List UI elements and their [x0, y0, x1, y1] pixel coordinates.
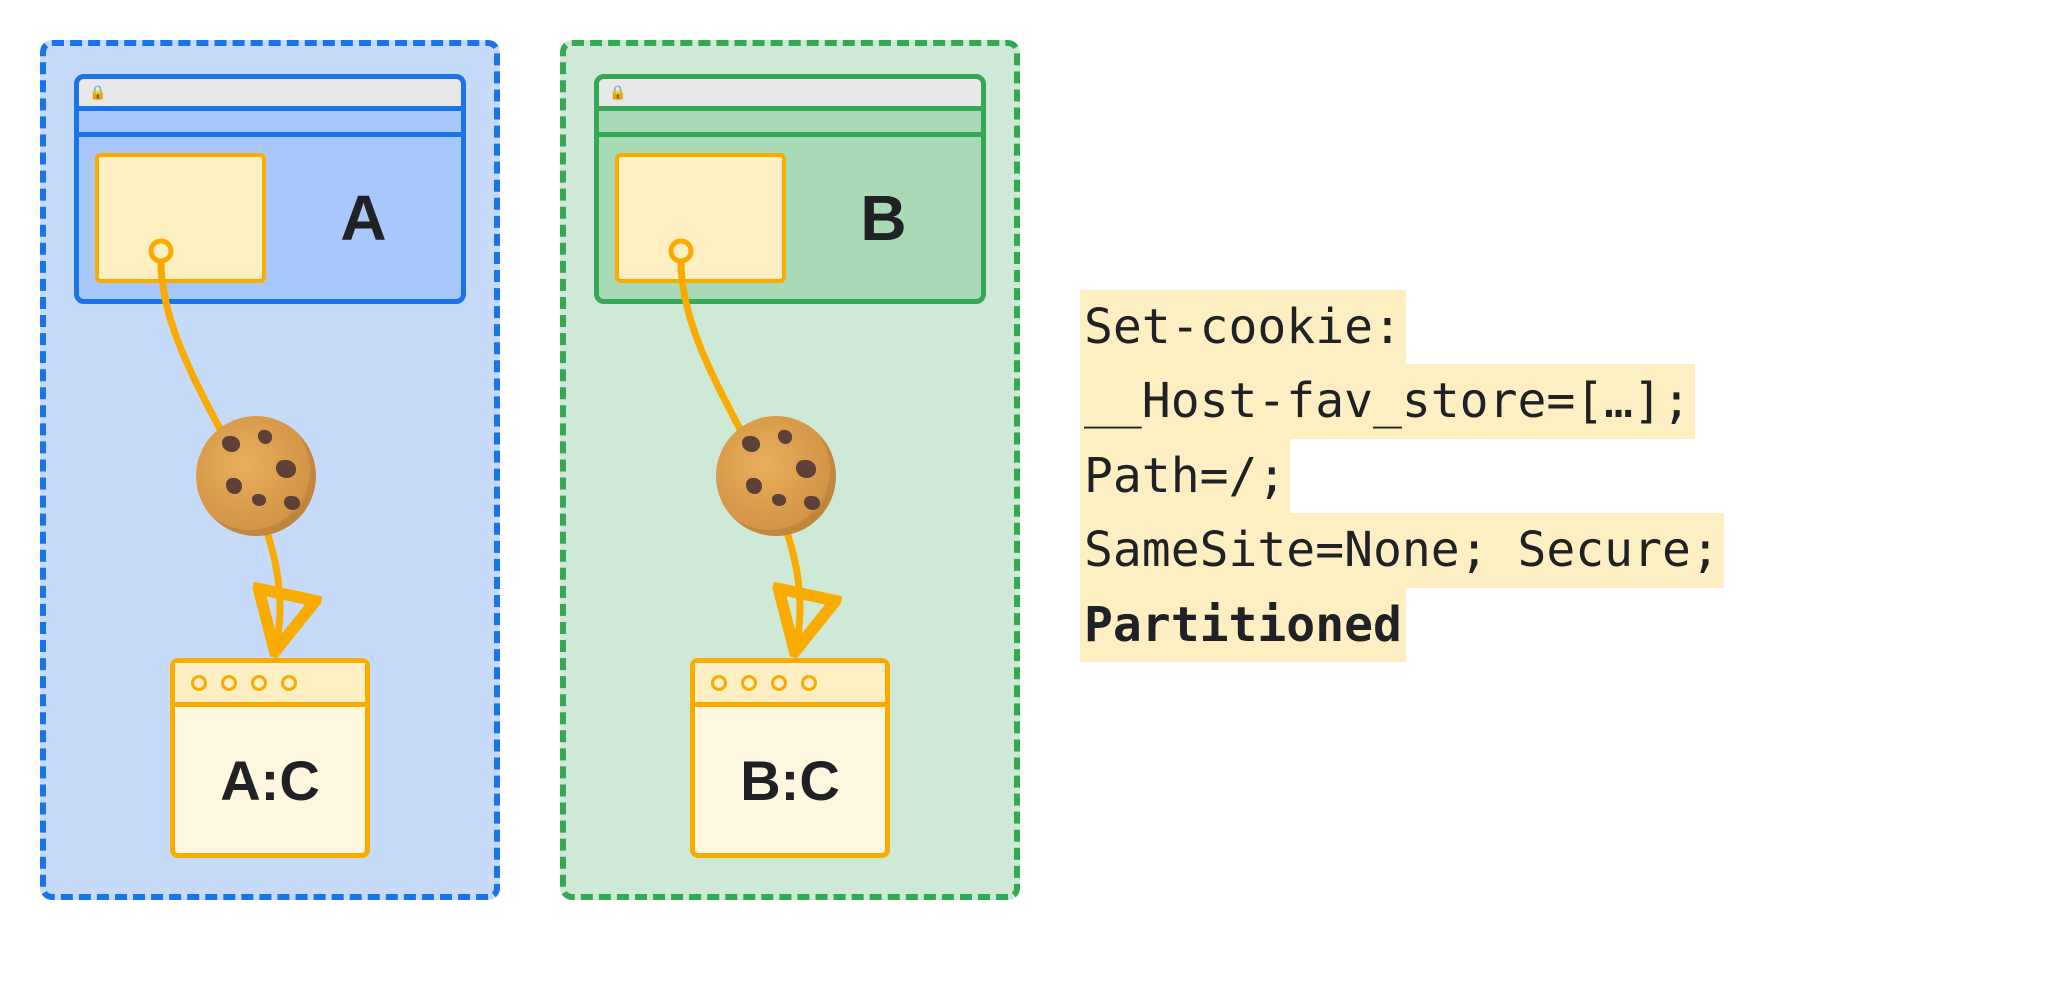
browser-window-a: 🔒 A	[74, 74, 466, 304]
jar-dot-icon	[251, 675, 267, 691]
code-line: Set-cookie:	[1080, 290, 1406, 364]
jar-dot-icon	[801, 675, 817, 691]
browser-content-a: A	[79, 137, 461, 299]
set-cookie-header-example: Set-cookie: __Host-fav_store=[…]; Path=/…	[1080, 290, 1724, 662]
jar-label-a: A:C	[175, 707, 365, 853]
cookie-icon	[716, 416, 836, 536]
jar-dot-icon	[281, 675, 297, 691]
cookie-icon	[196, 416, 316, 536]
browser-content-b: B	[599, 137, 981, 299]
partition-b: 🔒 B	[560, 40, 1020, 900]
jar-dot-icon	[221, 675, 237, 691]
cookie-jar-a: A:C	[170, 658, 370, 858]
jar-header-b	[695, 663, 885, 707]
cookie-partitioning-diagram: 🔒 A	[40, 40, 2008, 900]
code-line: __Host-fav_store=[…];	[1080, 364, 1695, 438]
address-bar-b: 🔒	[599, 79, 981, 111]
lock-icon: 🔒	[89, 84, 106, 101]
site-label-b: B	[802, 153, 965, 283]
address-bar-a: 🔒	[79, 79, 461, 111]
jar-header-a	[175, 663, 365, 707]
toolbar-strip-a	[79, 111, 461, 137]
toolbar-strip-b	[599, 111, 981, 137]
third-party-iframe-a	[95, 153, 266, 283]
jar-dot-icon	[741, 675, 757, 691]
lock-icon: 🔒	[609, 84, 626, 101]
browser-window-b: 🔒 B	[594, 74, 986, 304]
cookie-jar-b: B:C	[690, 658, 890, 858]
jar-dot-icon	[711, 675, 727, 691]
jar-label-b: B:C	[695, 707, 885, 853]
code-line-partitioned: Partitioned	[1080, 588, 1406, 662]
jar-dot-icon	[771, 675, 787, 691]
code-line: SameSite=None; Secure;	[1080, 513, 1724, 587]
code-line: Path=/;	[1080, 439, 1290, 513]
partition-a: 🔒 A	[40, 40, 500, 900]
third-party-iframe-b	[615, 153, 786, 283]
site-label-a: A	[282, 153, 445, 283]
jar-dot-icon	[191, 675, 207, 691]
